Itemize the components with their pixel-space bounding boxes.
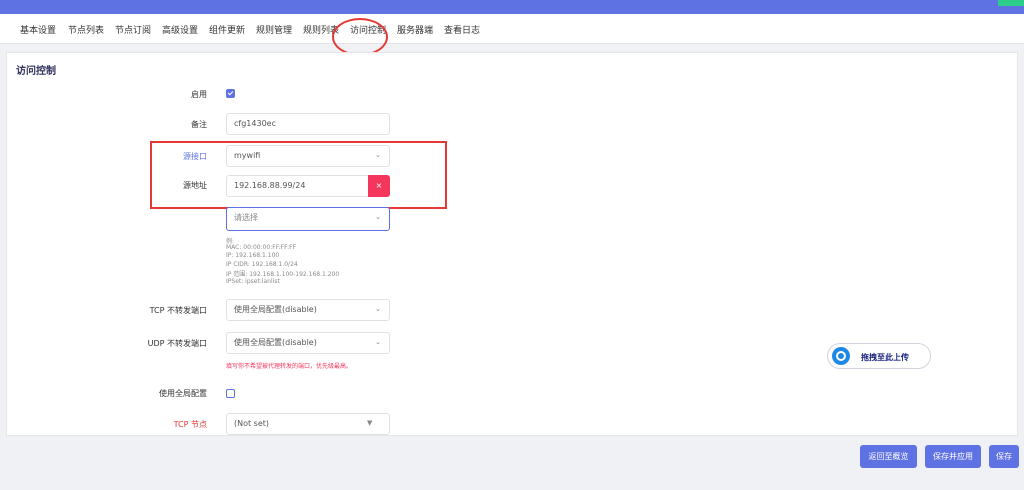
remark-label: 备注 <box>191 120 207 129</box>
tcp-node-label: TCP 节点 <box>173 420 207 429</box>
drag-upload-label: 拖拽至此上传 <box>861 353 909 362</box>
use-global-config-label: 使用全局配置 <box>159 389 207 398</box>
caret-down-icon: ▼ <box>367 419 373 427</box>
remark-input[interactable]: cfg1430ec <box>226 113 390 135</box>
tab-server[interactable]: 服务器端 <box>397 23 433 36</box>
tab-basic-settings[interactable]: 基本设置 <box>20 23 56 36</box>
address-add-select[interactable]: 请选择 ⌄ <box>226 207 390 231</box>
access-control-panel: 访问控制 <box>6 52 1018 436</box>
tcp-node-select[interactable]: (Not set) ▼ <box>226 413 390 435</box>
tab-bar: 基本设置 节点列表 节点订阅 高级设置 组件更新 规则管理 规则列表 访问控制 … <box>0 14 1024 56</box>
hint-line: IP CIDR: 192.168.1.0/24 <box>226 261 298 268</box>
tab-node-subscribe[interactable]: 节点订阅 <box>115 23 151 36</box>
top-right-badge[interactable] <box>998 0 1024 6</box>
tcp-no-redir-select[interactable]: 使用全局配置(disable) ⌄ <box>226 299 390 321</box>
tcp-no-redir-value: 使用全局配置(disable) <box>234 305 317 314</box>
enable-label: 启用 <box>191 90 207 99</box>
hint-line: IP: 192.168.1.100 <box>226 252 280 259</box>
tab-component-update[interactable]: 组件更新 <box>209 23 245 36</box>
tcp-node-value: (Not set) <box>234 419 270 428</box>
udp-no-redir-value: 使用全局配置(disable) <box>234 338 317 347</box>
enable-checkbox[interactable] <box>226 89 235 98</box>
hint-line: IPSet: ipset:lanlist <box>226 278 280 285</box>
drag-upload-widget[interactable]: 拖拽至此上传 <box>827 343 931 369</box>
tab-node-list[interactable]: 节点列表 <box>68 23 104 36</box>
hint-line: IP 范围: 192.168.1.100-192.168.1.200 <box>226 271 340 278</box>
back-to-overview-button[interactable]: 返回至概览 <box>860 445 917 468</box>
annotation-box <box>150 141 447 209</box>
tab-view-log[interactable]: 查看日志 <box>444 23 480 36</box>
udp-no-redir-select[interactable]: 使用全局配置(disable) ⌄ <box>226 332 390 354</box>
top-bar <box>0 0 1024 14</box>
chevron-down-icon: ⌄ <box>375 305 381 313</box>
address-select-placeholder: 请选择 <box>234 213 258 222</box>
tab-rule-manage[interactable]: 规则管理 <box>256 23 292 36</box>
save-button[interactable]: 保存 <box>989 445 1019 468</box>
annotation-circle <box>332 18 388 56</box>
chevron-down-icon: ⌄ <box>375 338 381 346</box>
udp-no-redir-label: UDP 不转发端口 <box>147 339 207 348</box>
section-title: 访问控制 <box>16 66 56 77</box>
chevron-down-icon: ⌄ <box>375 213 381 221</box>
cloud-upload-icon <box>832 347 850 365</box>
port-warning-text: 填写你不希望被代理转发的端口，优先级最高。 <box>226 363 353 370</box>
hint-line: MAC: 00:00:00:FF:FF:FF <box>226 244 297 251</box>
tcp-no-redir-label: TCP 不转发端口 <box>149 306 207 315</box>
tab-advanced-settings[interactable]: 高级设置 <box>162 23 198 36</box>
save-and-apply-button[interactable]: 保存并应用 <box>925 445 981 468</box>
use-global-config-checkbox[interactable] <box>226 389 235 398</box>
